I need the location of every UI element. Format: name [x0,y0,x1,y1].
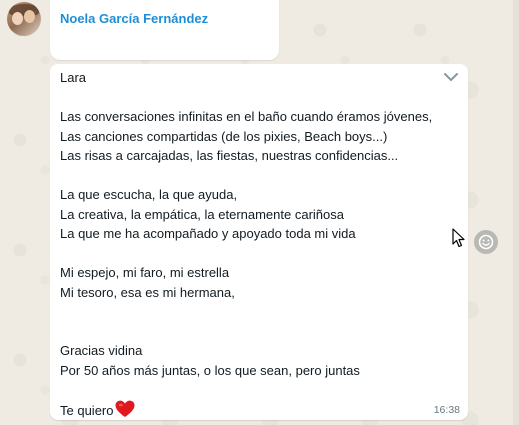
message-menu-chevron-icon[interactable] [442,70,460,84]
message-bubble[interactable]: Lara Las conversaciones infinitas en el … [50,64,468,420]
sender-name[interactable]: Noela García Fernández [60,11,208,26]
message-line: Te quiero [60,402,114,418]
message-line: Las conversaciones infinitas en el baño … [60,109,433,124]
red-heart-emoji [115,400,135,424]
message-line: Gracias vidina [60,343,143,358]
message-body: Lara Las conversaciones infinitas en el … [60,68,458,419]
message-last-line: Te quiero [60,400,458,420]
message-line [60,166,458,186]
message-line: Las risas a carcajadas, las fiestas, nue… [60,148,399,163]
reaction-smiley-icon[interactable] [474,230,498,254]
avatar-face-right [24,10,35,23]
message-line [60,302,458,322]
message-timestamp: 16:38 [433,404,460,416]
message-line: La creativa, la empática, la eternamente… [60,206,344,222]
message-line [60,88,458,108]
message-line: Por 50 años más juntas, o los que sean, … [60,362,360,378]
message-line [60,380,458,400]
message-line: Mi tesoro, esa es mi hermana, [60,284,235,300]
message-line: Las canciones compartidas (de los pixies… [60,128,388,144]
message-line: Mi espejo, mi faro, mi estrella [60,265,230,280]
sender-header-bubble: Noela García Fernández [50,0,279,60]
message-line [60,244,458,264]
scrollbar-track[interactable] [513,0,519,425]
sender-avatar[interactable] [7,2,41,36]
message-line: Lara [60,70,87,85]
message-line: La que me ha acompañado y apoyado toda m… [60,226,356,241]
message-line: La que escucha, la que ayuda, [60,187,238,202]
mouse-pointer-icon [452,228,466,248]
message-line [60,322,458,342]
avatar-face-left [12,12,23,25]
